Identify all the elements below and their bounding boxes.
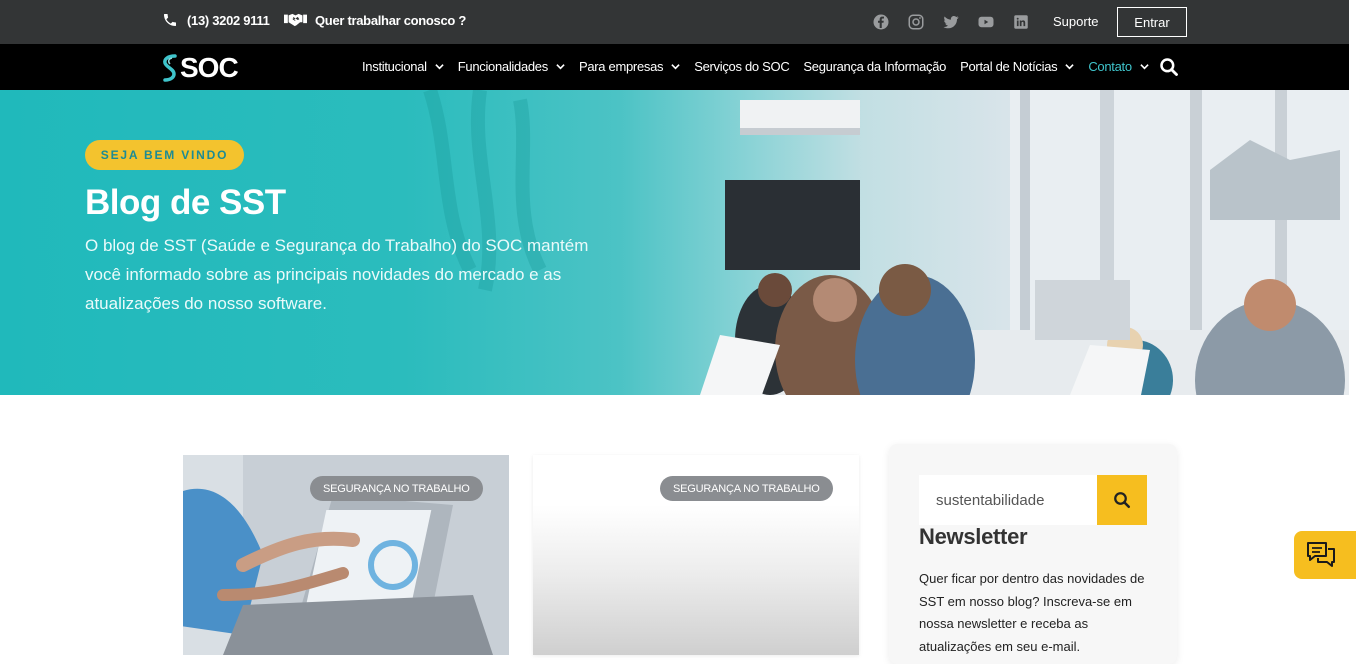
nav-item-seguranca-informacao[interactable]: Segurança da Informação — [803, 59, 946, 74]
chevron-down-icon — [1140, 64, 1149, 70]
nav-item-label: Segurança da Informação — [803, 59, 947, 74]
soc-logo[interactable]: SOC — [162, 52, 239, 84]
blog-post-card[interactable]: SEGURANÇA NO TRABALHO — [183, 455, 509, 655]
facebook-icon[interactable] — [872, 13, 890, 31]
chat-icon — [1307, 542, 1335, 567]
handshake-icon — [284, 13, 307, 27]
search-icon — [1114, 492, 1131, 509]
instagram-icon[interactable] — [907, 13, 925, 31]
phone-icon — [164, 14, 176, 26]
category-tag[interactable]: SEGURANÇA NO TRABALHO — [660, 476, 833, 501]
hero-description: O blog de SST (Saúde e Segurança do Trab… — [85, 236, 589, 313]
linkedin-icon[interactable] — [1012, 13, 1030, 31]
blog-post-card[interactable]: SEGURANÇA NO TRABALHO — [533, 455, 859, 655]
newsletter-text: Quer ficar por dentro das novidades de S… — [919, 571, 1145, 654]
soc-logo-mark — [163, 54, 177, 82]
blog-search-input[interactable] — [919, 475, 1097, 525]
phone-number: (13) 3202 9111 — [187, 12, 270, 28]
nav-menu: Institucional Funcionalidades Para empre… — [362, 59, 1163, 74]
chat-button[interactable] — [1294, 531, 1356, 579]
chevron-down-icon — [1065, 64, 1075, 70]
chevron-down-icon — [435, 64, 444, 70]
social-links — [872, 13, 1030, 31]
suporte-link[interactable]: Suporte — [1053, 14, 1099, 29]
nav-item-label: Para empresas — [578, 59, 664, 74]
nav-item-institucional[interactable]: Institucional — [362, 59, 444, 74]
nav-item-label: Contato — [1088, 59, 1132, 74]
nav-item-servicos[interactable]: Serviços do SOC — [694, 59, 790, 74]
blog-search-button[interactable] — [1097, 475, 1147, 525]
youtube-icon[interactable] — [977, 13, 995, 31]
welcome-badge: SEJA BEM VINDO — [85, 140, 244, 170]
nav-item-portal-noticias[interactable]: Portal de Notícias — [960, 59, 1075, 74]
sidebar-widget: Newsletter Quer ficar por dentro das nov… — [889, 444, 1177, 664]
category-tag[interactable]: SEGURANÇA NO TRABALHO — [310, 476, 483, 501]
newsletter-title: Newsletter — [919, 524, 1028, 549]
nav-item-para-empresas[interactable]: Para empresas — [579, 59, 680, 74]
work-with-us-label: Quer trabalhar conosco ? — [315, 12, 467, 28]
chevron-down-icon — [671, 64, 680, 70]
top-bar: (13) 3202 9111 Quer trabalhar conosco ? … — [0, 0, 1349, 44]
work-with-us-link[interactable]: Quer trabalhar conosco ? — [284, 12, 466, 28]
hero-banner: SEJA BEM VINDO Blog de SST O blog de SST… — [0, 90, 1349, 395]
nav-item-contato[interactable]: Contato — [1088, 59, 1149, 74]
nav-item-funcionalidades[interactable]: Funcionalidades — [458, 59, 565, 74]
page-title: Blog de SST — [85, 183, 286, 222]
chevron-down-icon — [556, 64, 565, 70]
main-navigation: SOC Institucional Funcionalidades Para e… — [0, 44, 1349, 90]
twitter-icon[interactable] — [942, 13, 960, 31]
nav-item-label: Funcionalidades — [457, 59, 548, 74]
phone-link[interactable]: (13) 3202 9111 — [162, 12, 270, 28]
nav-item-label: Portal de Notícias — [960, 59, 1058, 74]
search-icon[interactable] — [1159, 57, 1179, 77]
logo-text: SOC — [180, 52, 239, 83]
nav-item-label: Serviços do SOC — [694, 59, 790, 74]
nav-item-label: Institucional — [362, 59, 427, 74]
entrar-button[interactable]: Entrar — [1117, 7, 1187, 37]
